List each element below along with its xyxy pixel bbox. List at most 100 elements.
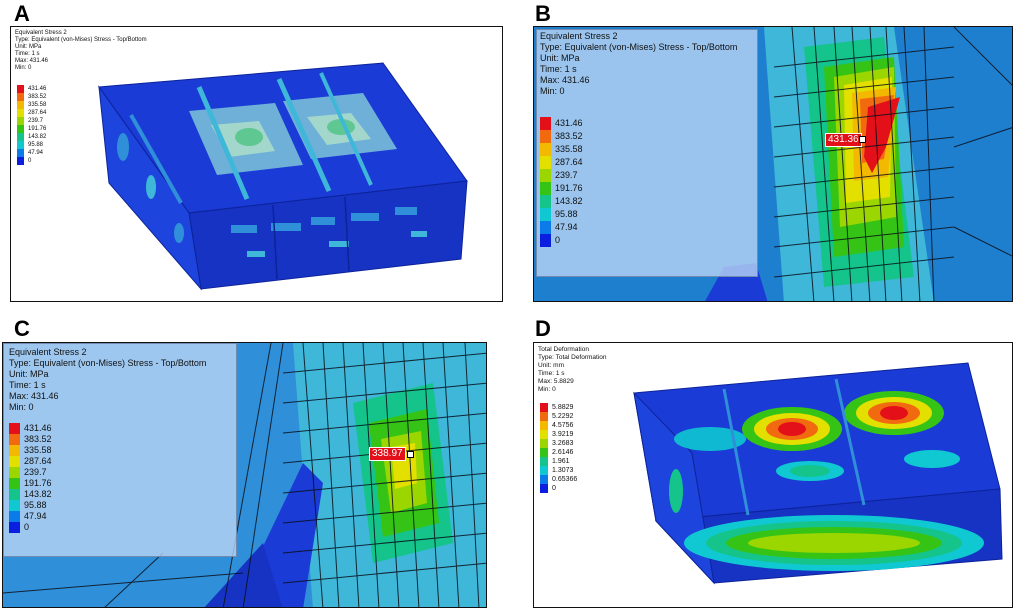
legend-swatch — [540, 208, 551, 221]
legend-swatch — [540, 421, 548, 430]
legend-swatch — [9, 467, 20, 478]
legend-label: 1.3073 — [552, 467, 574, 474]
legend-swatch — [17, 133, 24, 141]
legend-entry: 1.961 — [540, 457, 570, 466]
legend-entry: 239.7 — [17, 117, 43, 125]
legend-entry: 0 — [9, 522, 29, 533]
legend-entry: 5.8829 — [540, 403, 573, 412]
legend-swatch — [540, 439, 548, 448]
legend-swatch — [9, 456, 20, 467]
legend-entry: 0 — [540, 484, 556, 493]
legend-entry: 1.3073 — [540, 466, 573, 475]
legend-label: 335.58 — [555, 144, 583, 154]
legend-swatch — [9, 489, 20, 500]
probe-label-b[interactable]: 431.36 — [825, 133, 862, 147]
result-min: Min: 0 — [9, 402, 34, 412]
legend-label: 47.94 — [555, 222, 578, 232]
legend-swatch — [17, 93, 24, 101]
legend-entry: 191.76 — [540, 182, 583, 195]
legend-swatch — [17, 125, 24, 133]
result-max: Max: 431.46 — [15, 58, 49, 64]
result-type: Type: Total Deformation — [538, 354, 607, 361]
legend-label: 3.9219 — [552, 431, 574, 438]
legend-swatch — [540, 430, 548, 439]
legend-swatch — [540, 143, 551, 156]
legend-label: 4.5756 — [552, 422, 574, 429]
legend-swatch — [9, 511, 20, 522]
legend-entry: 431.46 — [17, 85, 46, 93]
result-unit: Unit: MPa — [540, 53, 580, 63]
panel-b-info-block: Equivalent Stress 2 Type: Equivalent (vo… — [540, 31, 737, 97]
legend-label: 191.76 — [24, 478, 52, 488]
legend-label: 3.2683 — [552, 440, 574, 447]
legend-swatch — [540, 195, 551, 208]
legend-entry: 95.88 — [540, 208, 578, 221]
legend-label: 95.88 — [24, 500, 47, 510]
legend-label: 287.64 — [28, 110, 47, 116]
legend-label: 287.64 — [555, 157, 583, 167]
legend-swatch — [9, 478, 20, 489]
legend-entry: 2.6146 — [540, 448, 573, 457]
legend-entry: 3.9219 — [540, 430, 573, 439]
result-max: Max: 5.8829 — [538, 378, 574, 385]
legend-label: 431.46 — [28, 86, 47, 92]
legend-entry: 431.46 — [540, 117, 583, 130]
legend-swatch — [17, 109, 24, 117]
legend-swatch — [9, 500, 20, 511]
legend-label: 335.58 — [24, 445, 52, 455]
legend-entry: 287.64 — [540, 156, 583, 169]
result-unit: Unit: MPa — [15, 44, 42, 50]
legend-entry: 191.76 — [17, 125, 46, 133]
legend-swatch — [540, 156, 551, 169]
result-type: Type: Equivalent (von-Mises) Stress - To… — [540, 42, 738, 52]
legend-label: 0.65366 — [552, 476, 578, 483]
legend-entry: 431.46 — [9, 423, 52, 434]
result-unit: Unit: MPa — [9, 369, 49, 379]
legend-label: 431.46 — [24, 423, 52, 433]
result-time: Time: 1 s — [540, 64, 577, 74]
legend-label: 5.2292 — [552, 413, 574, 420]
legend-swatch — [17, 85, 24, 93]
legend-label: 143.82 — [24, 489, 52, 499]
legend-swatch — [17, 157, 24, 165]
legend-label: 383.52 — [24, 434, 52, 444]
result-type: Type: Equivalent (von-Mises) Stress - To… — [9, 358, 207, 368]
probe-marker-b[interactable] — [859, 136, 866, 143]
result-unit: Unit: mm — [538, 362, 564, 369]
result-title: Equivalent Stress 2 — [9, 347, 87, 357]
legend-swatch — [540, 457, 548, 466]
legend-swatch — [540, 234, 551, 247]
legend-swatch — [17, 117, 24, 125]
result-type: Type: Equivalent (von-Mises) Stress - To… — [15, 37, 147, 43]
result-time: Time: 1 s — [538, 370, 565, 377]
legend-entry: 383.52 — [17, 93, 46, 101]
legend-label: 143.82 — [28, 134, 47, 140]
legend-swatch — [540, 182, 551, 195]
legend-label: 2.6146 — [552, 449, 574, 456]
panel-d-info-block: Total Deformation Type: Total Deformatio… — [538, 346, 607, 394]
panel-letter-a: A — [14, 1, 30, 26]
panel-a-info-block: Equivalent Stress 2 Type: Equivalent (vo… — [15, 30, 147, 72]
legend-swatch — [540, 403, 548, 412]
result-max: Max: 431.46 — [9, 391, 59, 401]
legend-label: 239.7 — [555, 170, 578, 180]
result-min: Min: 0 — [538, 386, 556, 393]
result-max: Max: 431.46 — [540, 75, 590, 85]
legend-entry: 383.52 — [9, 434, 52, 445]
legend-label: 47.94 — [28, 150, 44, 156]
legend-swatch — [540, 130, 551, 143]
result-time: Time: 1 s — [15, 51, 40, 57]
legend-swatch — [9, 445, 20, 456]
result-min: Min: 0 — [540, 86, 565, 96]
legend-label: 143.82 — [555, 196, 583, 206]
probe-marker-c[interactable] — [407, 451, 414, 458]
legend-label: 287.64 — [24, 456, 52, 466]
legend-label: 383.52 — [28, 94, 47, 100]
legend-label: 0 — [24, 522, 30, 532]
legend-swatch — [17, 101, 24, 109]
legend-swatch — [17, 149, 24, 157]
legend-entry: 239.7 — [9, 467, 47, 478]
probe-label-c[interactable]: 338.97 — [369, 447, 406, 461]
panel-c-info-block: Equivalent Stress 2 Type: Equivalent (vo… — [9, 347, 206, 413]
result-time: Time: 1 s — [9, 380, 46, 390]
